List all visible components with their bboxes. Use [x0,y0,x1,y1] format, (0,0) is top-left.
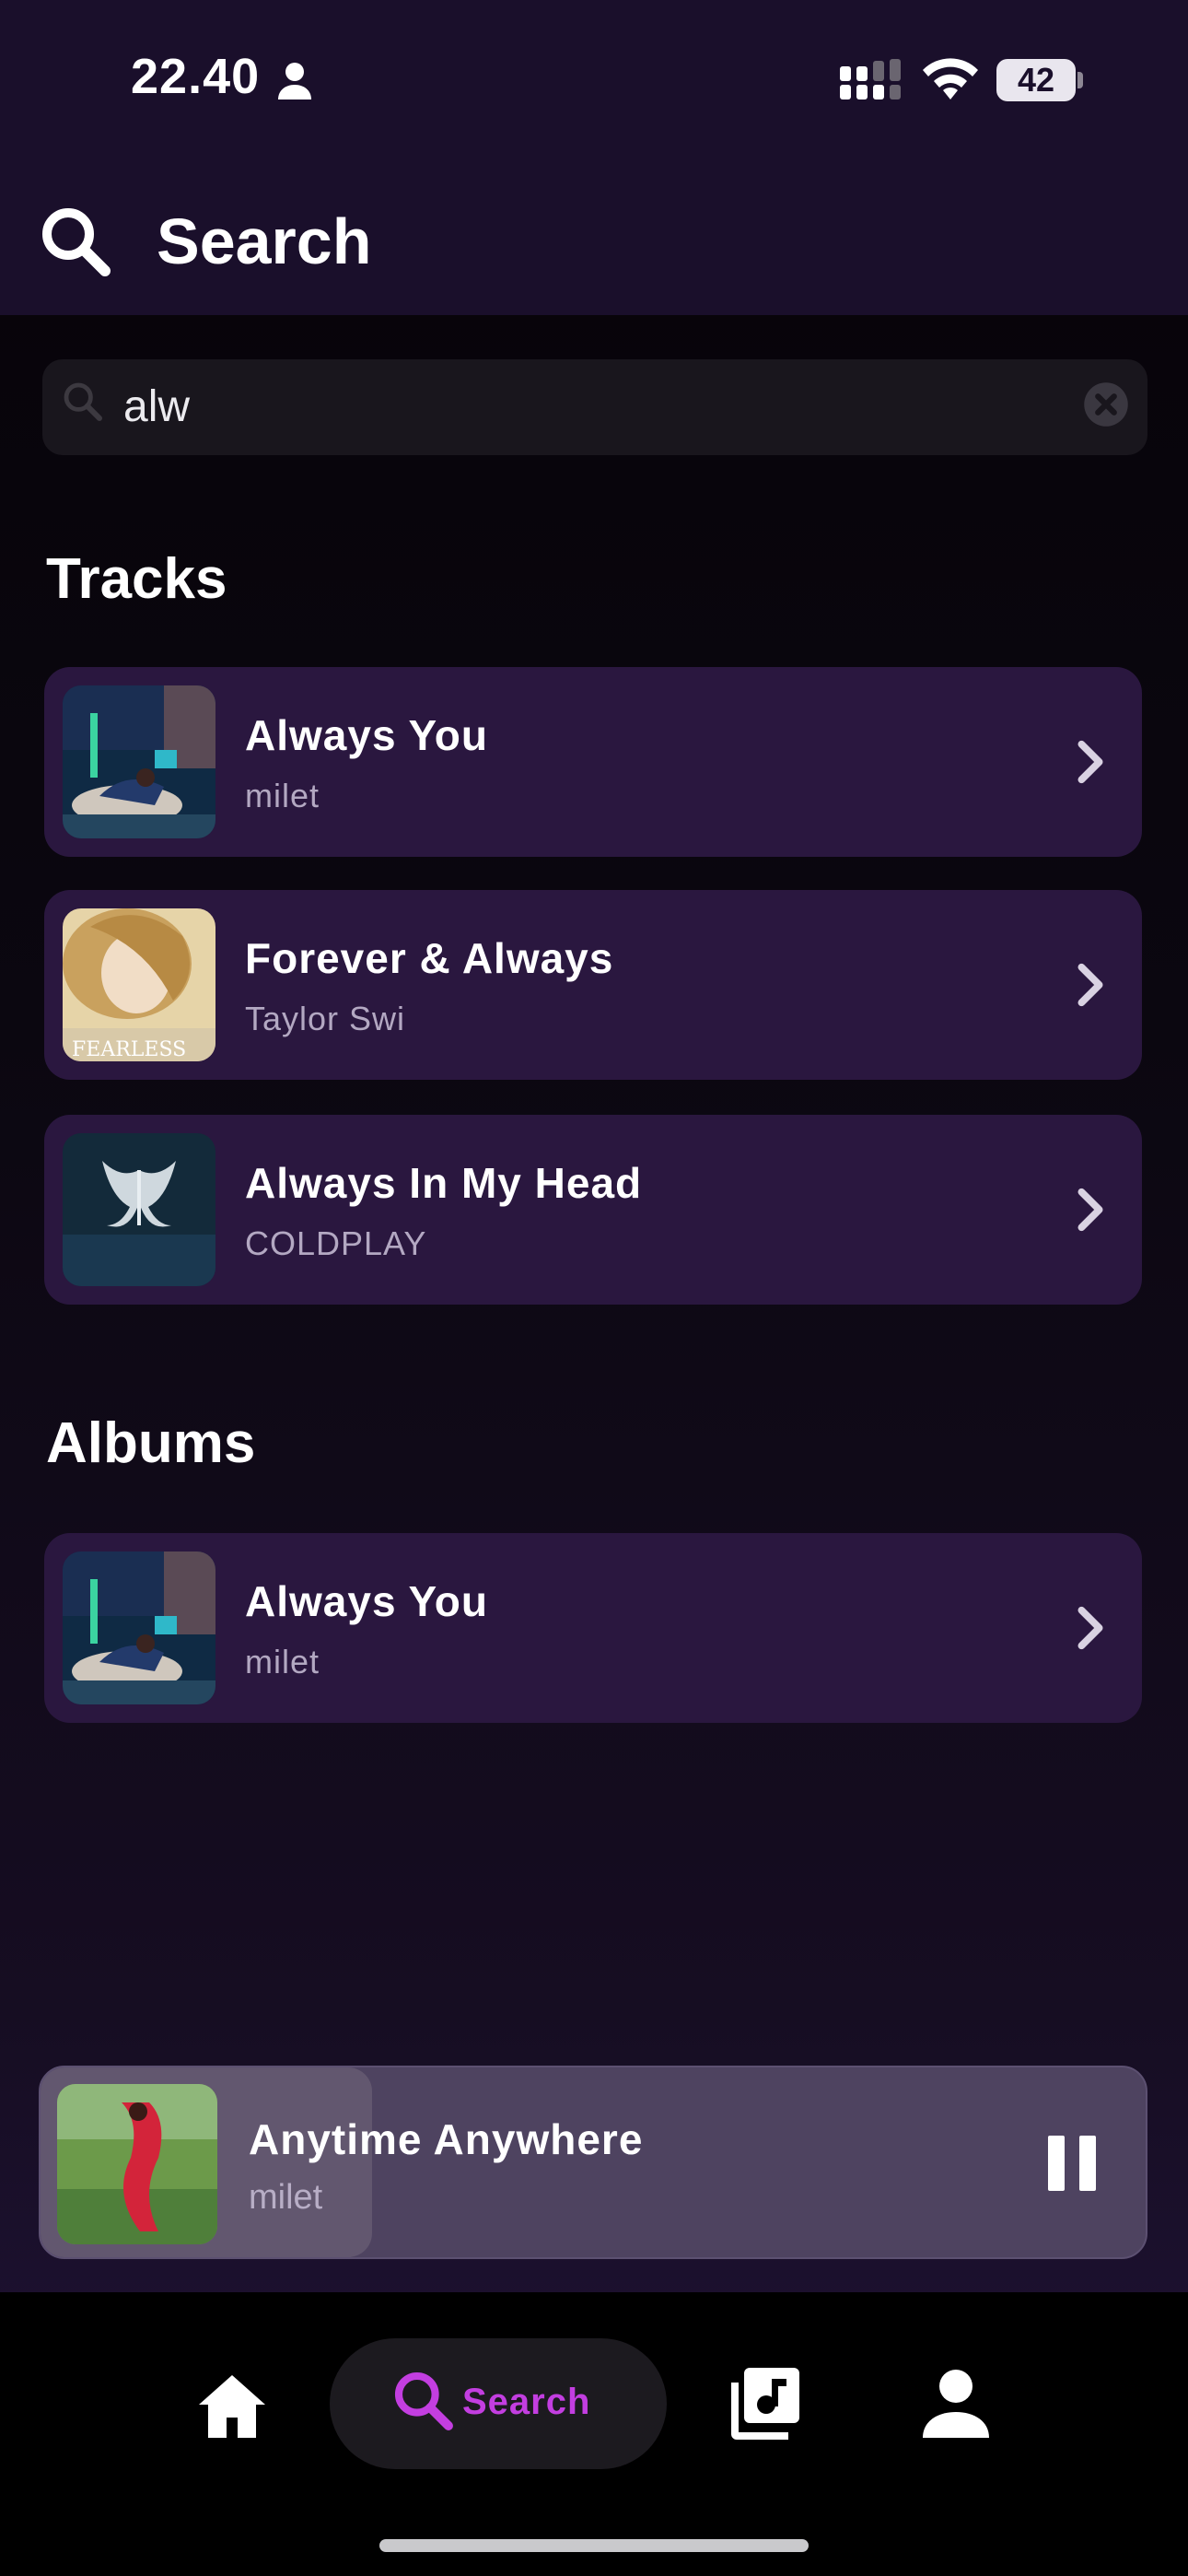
battery-indicator: 42 [996,59,1085,101]
now-playing-art [57,2084,217,2244]
cellular-signal-icon [840,59,901,100]
chevron-right-icon [1077,740,1103,784]
page-title: Search [157,205,372,277]
pause-button[interactable] [1044,2134,1100,2193]
search-field[interactable] [42,359,1147,455]
home-indicator [379,2539,809,2552]
now-playing-artist: milet [249,2178,323,2217]
clear-icon[interactable] [1083,381,1129,427]
album-art [63,1133,215,1286]
tracks-heading: Tracks [46,547,227,611]
track-item[interactable]: FEARLESS Forever & Always Taylor Swi [44,890,1142,1080]
track-artist: COLDPLAY [245,1224,427,1262]
mini-player[interactable]: Anytime Anywhere milet [39,2066,1147,2259]
track-title: Forever & Always [245,934,614,982]
track-title: Always You [245,711,488,759]
track-artist: Taylor Swi [245,1000,406,1037]
album-title: Always You [245,1577,488,1625]
search-icon [64,382,102,421]
svg-text:FEARLESS: FEARLESS [72,1038,186,1061]
chevron-right-icon [1077,1606,1103,1650]
profile-icon[interactable] [921,2368,991,2441]
chevron-right-icon [1077,963,1103,1007]
home-icon[interactable] [195,2370,269,2443]
album-art [63,1551,215,1704]
chevron-right-icon [1077,1188,1103,1232]
wifi-icon [923,58,978,100]
person-icon [278,63,311,100]
nav-search-label[interactable]: Search [462,2379,590,2425]
search-input[interactable]: alw [123,380,190,435]
battery-level: 42 [1017,61,1055,99]
now-playing-title: Anytime Anywhere [249,2115,644,2163]
track-item[interactable]: Always You milet [44,667,1142,857]
search-icon [42,208,111,276]
track-artist: milet [245,777,320,814]
album-art: FEARLESS [63,908,215,1061]
search-icon[interactable] [390,2368,457,2434]
track-title: Always In My Head [245,1159,643,1207]
albums-heading: Albums [46,1411,256,1475]
album-artist: milet [245,1643,320,1680]
album-art [63,685,215,838]
album-item[interactable]: Always You milet [44,1533,1142,1723]
library-icon[interactable] [728,2366,801,2443]
track-item[interactable]: Always In My Head COLDPLAY [44,1115,1142,1305]
status-time: 22.40 [131,49,261,104]
